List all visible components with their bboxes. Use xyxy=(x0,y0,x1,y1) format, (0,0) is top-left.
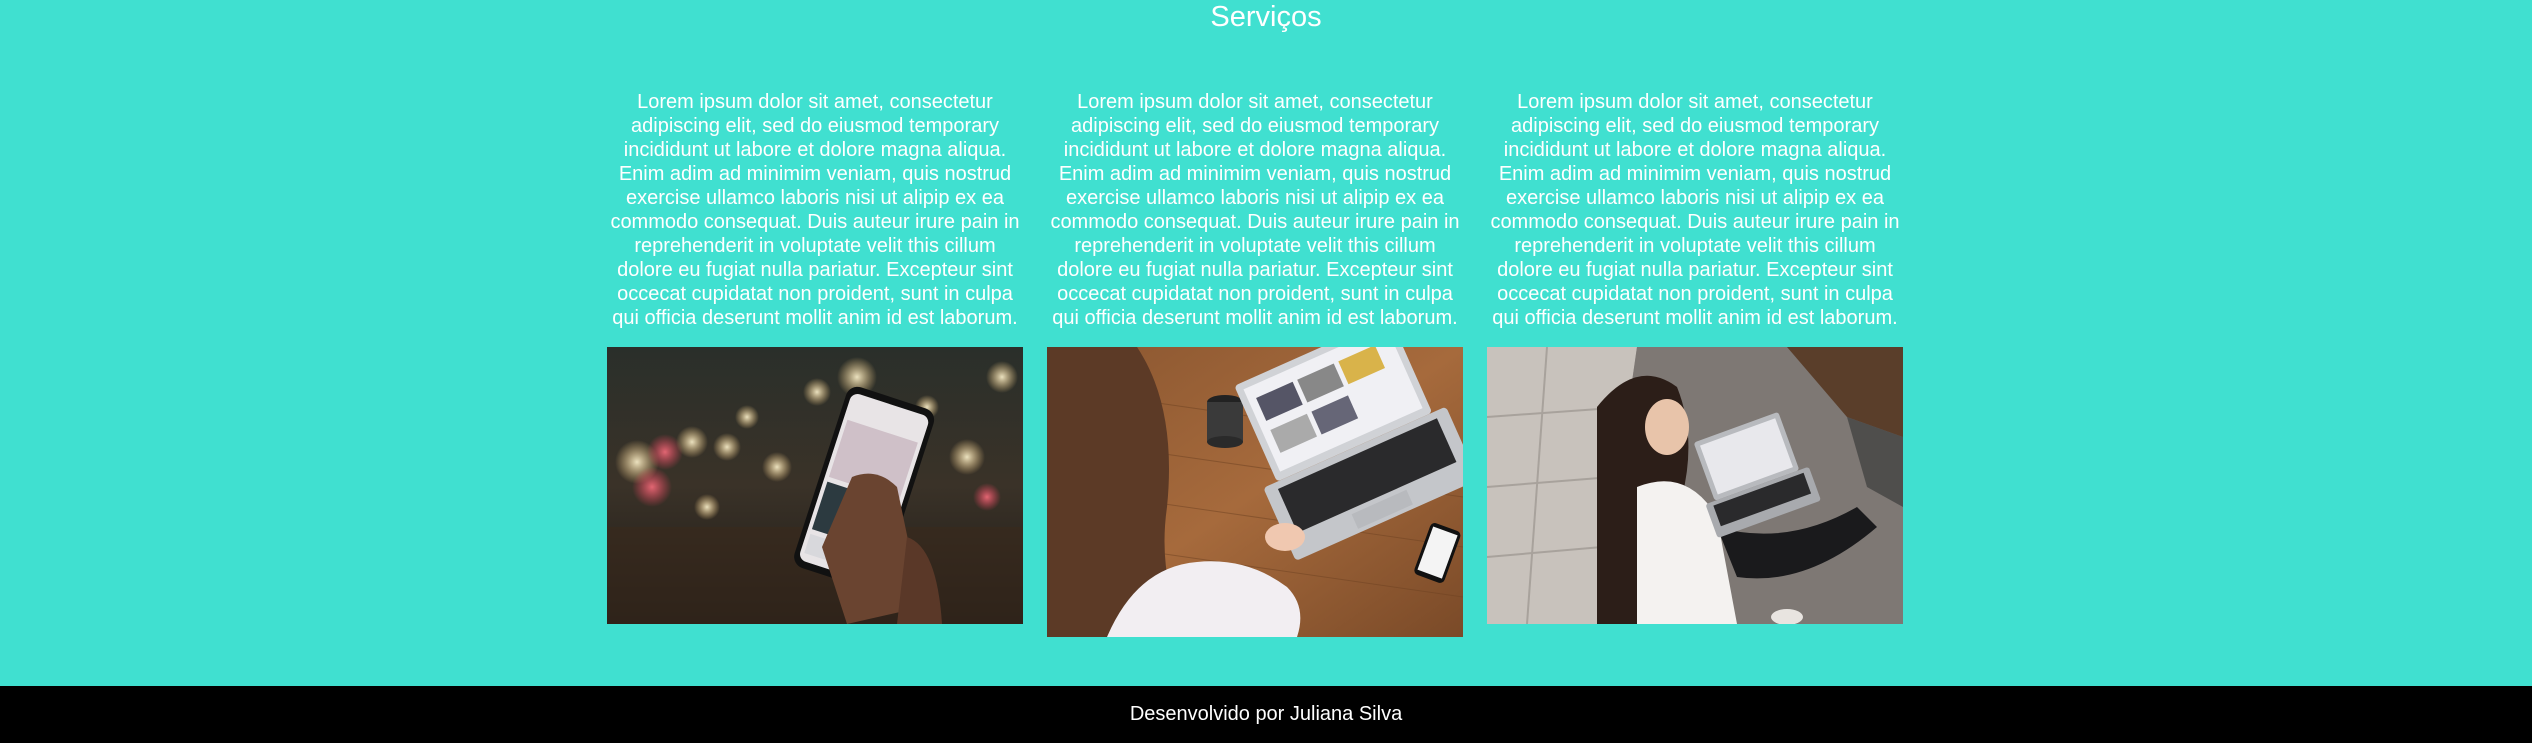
laptop-couch-photo-image xyxy=(1487,347,1903,624)
laptop-desk-photo-image xyxy=(1047,347,1463,637)
service-card-3: Lorem ipsum dolor sit amet, consectetur … xyxy=(1487,90,1903,330)
service-description: Lorem ipsum dolor sit amet, consectetur … xyxy=(1050,91,1460,329)
footer-credit: Desenvolvido por Juliana Silva xyxy=(1129,703,1403,725)
phone-photo-image xyxy=(607,347,1023,624)
phone-photo xyxy=(607,347,1023,624)
service-description: Lorem ipsum dolor sit amet, consectetur … xyxy=(610,91,1020,329)
footer: Desenvolvido por Juliana Silva xyxy=(0,686,2532,743)
laptop-desk-photo xyxy=(1047,347,1463,637)
service-description: Lorem ipsum dolor sit amet, consectetur … xyxy=(1490,91,1900,329)
service-card-2: Lorem ipsum dolor sit amet, consectetur … xyxy=(1047,90,1463,330)
section-title: Serviços xyxy=(1210,1,1322,33)
laptop-couch-photo xyxy=(1487,347,1903,624)
service-card-1: Lorem ipsum dolor sit amet, consectetur … xyxy=(607,90,1023,330)
